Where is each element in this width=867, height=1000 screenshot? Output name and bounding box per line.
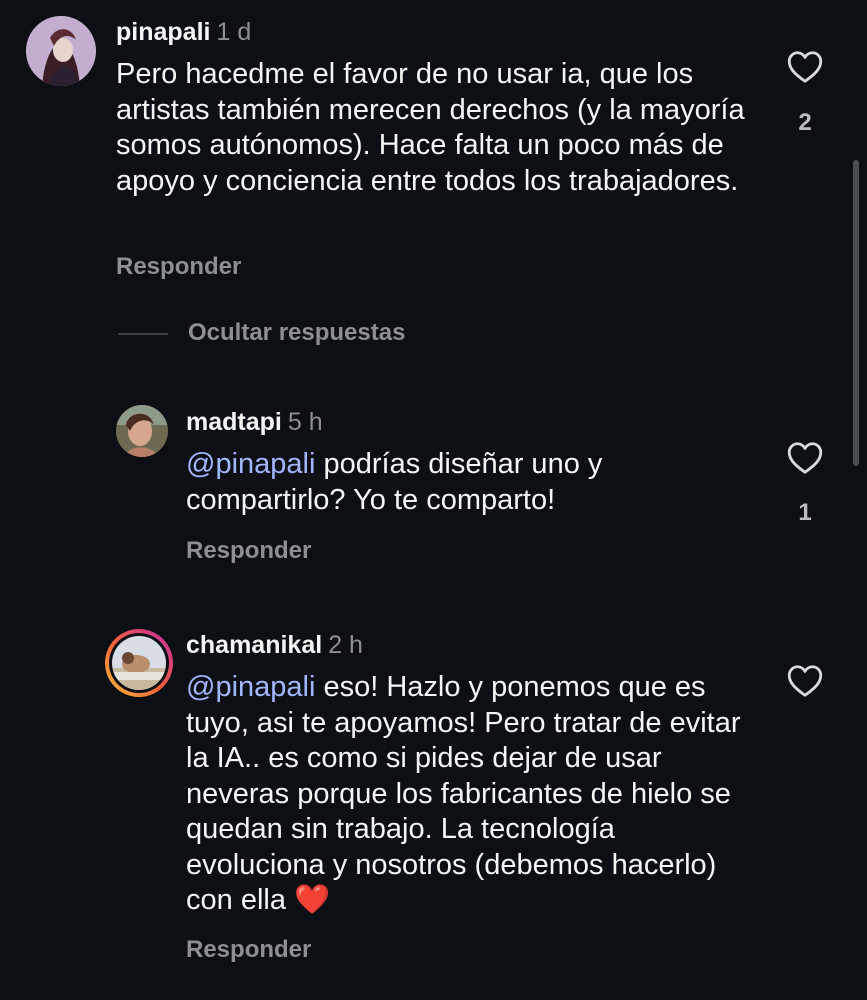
reply-text: @pinapali podrías diseñar uno y comparti… bbox=[186, 447, 746, 518]
avatar-chamanikal[interactable] bbox=[104, 628, 174, 698]
heart-emoji: ❤️ bbox=[294, 884, 331, 916]
comment-body: Pero hacedme el favor de no usar ia, que… bbox=[116, 58, 745, 197]
avatar-madtapi[interactable] bbox=[116, 405, 168, 457]
username-text[interactable]: madtapi bbox=[186, 408, 282, 436]
scrollbar-thumb[interactable] bbox=[853, 160, 859, 466]
reply-button[interactable]: Responder bbox=[186, 936, 311, 964]
mention-link[interactable]: @pinapali bbox=[186, 671, 315, 703]
comment-username[interactable]: pinapali 1 d bbox=[116, 18, 251, 47]
reply-text: @pinapali eso! Hazlo y ponemos que es tu… bbox=[186, 670, 746, 919]
reply-username[interactable]: chamanikal 2 h bbox=[186, 631, 363, 660]
divider-line bbox=[118, 333, 168, 335]
comment-text: Pero hacedme el favor de no usar ia, que… bbox=[116, 57, 756, 199]
reply-time: 2 h bbox=[328, 631, 363, 659]
avatar-pinapali[interactable] bbox=[26, 16, 96, 86]
heart-outline-icon[interactable] bbox=[787, 664, 823, 703]
reply-body: eso! Hazlo y ponemos que es tuyo, asi te… bbox=[186, 671, 741, 916]
reply-button[interactable]: Responder bbox=[186, 537, 311, 565]
reply-username[interactable]: madtapi 5 h bbox=[186, 408, 323, 437]
username-text[interactable]: pinapali bbox=[116, 18, 210, 46]
reply-button[interactable]: Responder bbox=[116, 253, 241, 281]
comment-time: 1 d bbox=[216, 18, 252, 46]
reply-time: 5 h bbox=[287, 408, 323, 436]
heart-outline-icon[interactable] bbox=[787, 50, 823, 89]
comments-page: pinapali 1 d Pero hacedme el favor de no … bbox=[0, 0, 867, 1000]
like-count[interactable]: 2 bbox=[785, 109, 825, 137]
username-text[interactable]: chamanikal bbox=[186, 631, 322, 659]
like-count[interactable]: 1 bbox=[785, 499, 825, 527]
mention-link[interactable]: @pinapali bbox=[186, 448, 315, 480]
heart-outline-icon[interactable] bbox=[787, 441, 823, 480]
hide-replies-button[interactable]: Ocultar respuestas bbox=[188, 319, 405, 347]
